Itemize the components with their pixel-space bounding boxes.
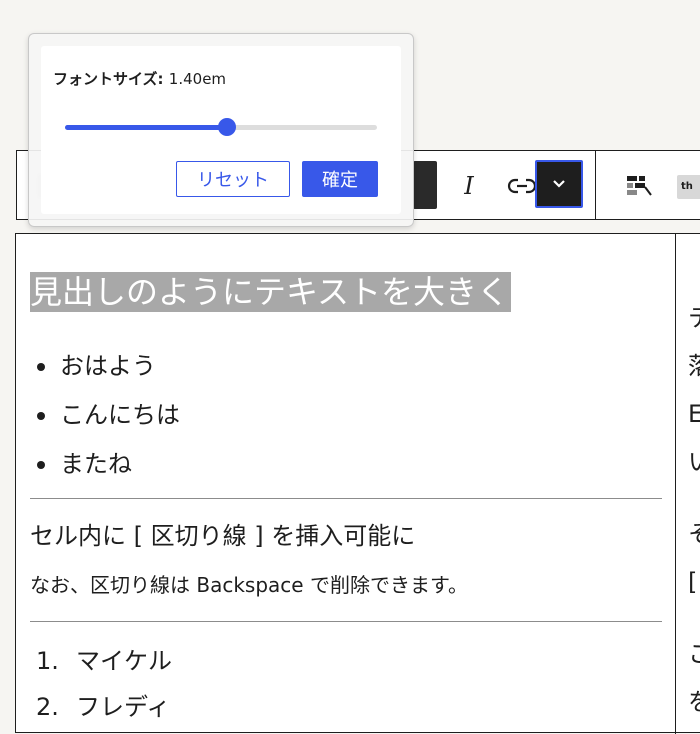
font-size-label-text: フォントサイズ: [53, 70, 164, 88]
right-col-line[interactable]: E [688, 390, 700, 438]
list-number: 2. [36, 693, 59, 721]
font-size-slider[interactable] [65, 118, 377, 136]
list-item[interactable]: おはよう [30, 342, 180, 391]
slider-fill [65, 125, 228, 130]
chevron-down-icon [553, 180, 565, 188]
confirm-button[interactable]: 確定 [302, 161, 378, 197]
more-options-button[interactable] [535, 160, 583, 208]
right-col-line[interactable]: テ [688, 294, 700, 342]
list-item[interactable]: 2. フレディ [30, 684, 172, 730]
right-column-text: テ 落 E い そ [ こ を [688, 294, 700, 726]
separator-line [30, 498, 662, 499]
paragraph-divider-feature[interactable]: セル内に [ 区切り線 ] を挿入可能に [30, 519, 415, 553]
bold-button-partial[interactable] [413, 161, 437, 209]
right-col-line[interactable]: こ [688, 630, 700, 678]
table-block: 見出しのようにテキストを大きく おはよう こんにちは またね セル内に [ 区切… [15, 233, 700, 734]
italic-button[interactable]: I [457, 171, 481, 201]
paragraph-backspace-note[interactable]: なお、区切り線は Backspace で削除できます。 [30, 570, 468, 600]
table-header-icon[interactable]: th [677, 175, 700, 199]
list-item-text: フレディ [76, 693, 171, 721]
right-col-line[interactable]: そ [688, 510, 700, 558]
font-size-label: フォントサイズ: 1.40em [53, 68, 226, 89]
list-number: 1. [36, 647, 59, 675]
right-col-line[interactable]: 落 [688, 342, 700, 390]
font-size-value: 1.40em [168, 70, 227, 88]
right-col-line[interactable]: い [688, 438, 700, 486]
selected-heading-text[interactable]: 見出しのようにテキストを大きく [30, 272, 512, 312]
table-edit-icon[interactable] [625, 173, 655, 199]
list-item-text: マイケル [76, 647, 172, 675]
font-size-popover: フォントサイズ: 1.40em リセット 確定 [28, 33, 414, 227]
list-item[interactable]: こんにちは [30, 391, 180, 440]
right-col-line[interactable]: [ [688, 558, 700, 606]
list-item[interactable]: 1. マイケル [30, 638, 172, 684]
right-col-line[interactable]: を [688, 678, 700, 726]
link-icon[interactable] [505, 173, 539, 199]
ordered-list: 1. マイケル 2. フレディ [30, 638, 172, 730]
list-item[interactable]: またね [30, 440, 180, 489]
reset-button[interactable]: リセット [176, 161, 290, 197]
separator-line [30, 621, 662, 622]
column-divider [675, 234, 676, 734]
toolbar-separator [595, 151, 596, 219]
bullet-list: おはよう こんにちは またね [30, 342, 180, 489]
